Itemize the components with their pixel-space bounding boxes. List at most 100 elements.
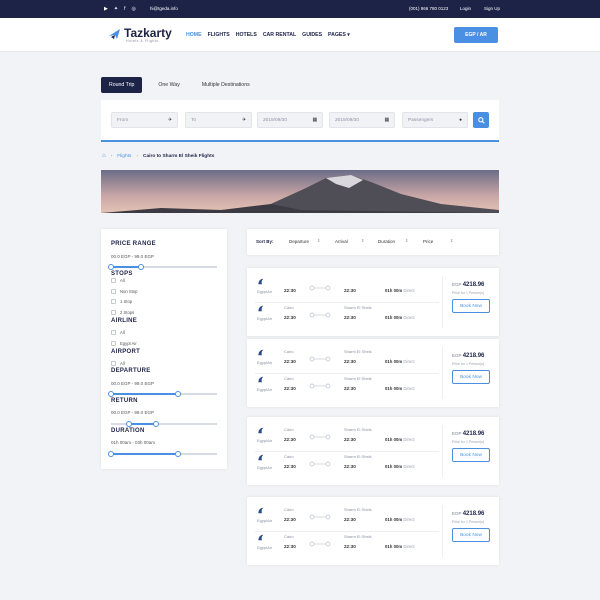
sort-price[interactable]: Price [423,239,433,244]
duration-slider[interactable] [108,451,217,457]
departure-slider[interactable] [108,391,217,397]
flight-path-icon [309,434,331,440]
from-field[interactable]: From ✈ [111,112,178,128]
flight-path-icon [309,356,331,362]
sort-departure[interactable]: Departure [289,239,309,244]
checkbox[interactable] [111,310,116,315]
sort-arrows-icon[interactable]: ⇕ [361,238,364,243]
stops-option-non-stop[interactable]: Non Stop [111,289,137,294]
login-link[interactable]: Login [460,6,471,11]
flight-card: EgyptAir Cairo 22:30 Sharm El Sheik 22:3… [247,417,499,485]
stops-value: Direct [403,544,415,549]
airline-logo-icon [258,278,264,285]
duration-value: 01h 00m [385,386,403,391]
flight-duration: 01h 00m Direct [385,544,415,549]
arrival-time: 22:30 [344,288,356,293]
price-range-slider[interactable] [108,264,217,270]
departure-min-handle[interactable] [108,391,114,397]
departure-fill [111,393,178,395]
main-nav: HOME FLIGHTS HOTELS CAR RENTAL GUIDES PA… [186,32,350,38]
nav-car-rental[interactable]: CAR RENTAL [263,32,296,38]
sort-arrival[interactable]: Arrival [335,239,348,244]
book-now-button[interactable]: Book Now [452,370,490,384]
return-date-field[interactable]: 2019/09/30 ▦ [329,112,395,128]
departure-max-handle[interactable] [175,391,181,397]
tab-round-trip[interactable]: Round Trip [101,77,143,93]
price-note: Price for 1 Person(s) [452,520,485,524]
departure-time: 22:30 [284,386,296,391]
tab-one-way[interactable]: One Way [152,78,185,92]
departure-city: Cairo [284,454,294,459]
nav-hotels[interactable]: HOTELS [236,32,257,38]
airline-option-egypt-air[interactable]: Egypt Air [111,341,137,346]
sort-arrows-icon[interactable]: ⇕ [450,238,453,243]
nav-flights[interactable]: FLIGHTS [208,32,230,38]
airline-option-all[interactable]: All [111,330,125,335]
brand-name[interactable]: Tazkarty [124,26,172,40]
airline-logo-icon [258,376,264,383]
stops-value: Direct [403,386,415,391]
search-tabs: Round Trip One Way Multiple Destinations [101,77,256,93]
twitter-icon[interactable]: ✦ [114,6,118,12]
youtube-icon[interactable]: ▶ [104,6,108,12]
home-icon[interactable]: ⌂ [102,153,106,159]
duration-max-handle[interactable] [175,451,181,457]
book-now-button[interactable]: Book Now [452,299,490,313]
arrival-time: 22:30 [344,386,356,391]
duration-value: 01h 00m [385,517,403,522]
duration-value: 01h 00m [385,437,403,442]
filters-panel: PRICE RANGE 00.0 EGP - 99.0 EGP STOPS Al… [101,229,227,469]
price-note: Price for 1 Person(s) [452,291,485,295]
nav-guides[interactable]: GUIDES [302,32,322,38]
sort-arrows-icon[interactable]: ⇕ [317,238,320,243]
checkbox[interactable] [111,330,116,335]
search-button[interactable] [473,112,489,128]
checkbox[interactable] [111,361,116,366]
checkbox[interactable] [111,341,116,346]
sort-bar: Sort By: Departure ⇕ Arrival ⇕ Duration … [247,229,499,255]
leg-divider [255,451,439,452]
instagram-icon[interactable]: ◎ [131,6,135,12]
return-min-handle[interactable] [126,421,132,427]
airline-name: EgyptAir [257,438,273,443]
brand-tagline: Hotels & Flights [126,39,159,43]
contact-email[interactable]: hi@tgeda.info [150,6,178,11]
return-max-handle[interactable] [153,421,159,427]
departure-city: Cairo [284,427,294,432]
flight-card: EgyptAir Cairo 22:30 Sharm El Sheik 22:3… [247,497,499,565]
facebook-icon[interactable]: f [124,6,125,12]
stops-option-2-stops[interactable]: 2 Stops [111,310,134,315]
sort-arrows-icon[interactable]: ⇕ [405,238,408,243]
tab-multiple-destinations[interactable]: Multiple Destinations [196,78,256,92]
nav-pages[interactable]: PAGES ▾ [328,32,350,38]
stops-value: Direct [403,464,415,469]
price-range-fill [111,266,141,268]
checkbox[interactable] [111,278,116,283]
checkbox[interactable] [111,289,116,294]
flight-price: EGP 4218.96 [452,282,484,288]
book-now-button[interactable]: Book Now [452,448,490,462]
arrival-time: 22:30 [344,437,356,442]
breadcrumb-flights[interactable]: Flights [117,154,131,159]
depart-date-field[interactable]: 2019/09/30 ▦ [257,112,323,128]
passengers-field[interactable]: Passengers ● [402,112,468,128]
to-field[interactable]: To ✈ [185,112,252,128]
search-icon [477,116,485,124]
airline-name: EgyptAir [257,387,273,392]
stops-option-all[interactable]: All [111,278,125,283]
book-now-button[interactable]: Book Now [452,528,490,542]
checkbox[interactable] [111,299,116,304]
flight-duration: 01h 00m Direct [385,359,415,364]
currency-button[interactable]: EGP / AR [454,27,498,43]
price-range-max-handle[interactable] [138,264,144,270]
stops-option-1-stop[interactable]: 1 Stop [111,299,132,304]
duration-min-handle[interactable] [108,451,114,457]
leg-divider [255,531,439,532]
sort-duration[interactable]: Duration [378,239,395,244]
flight-path-icon [309,461,331,467]
return-slider[interactable] [111,421,217,427]
price-range-min-handle[interactable] [108,264,114,270]
airport-option-all[interactable]: All [111,361,125,366]
signup-link[interactable]: Sign Up [484,6,500,11]
nav-home[interactable]: HOME [186,32,202,38]
